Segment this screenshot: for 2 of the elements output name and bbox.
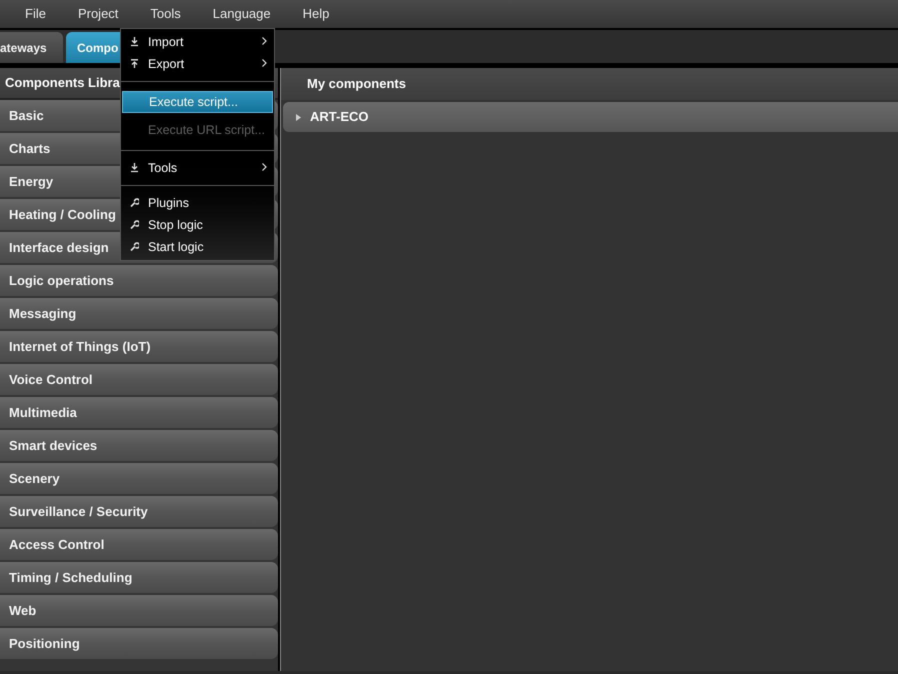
panel-title: My components — [281, 68, 898, 100]
group-label: ART-ECO — [310, 108, 368, 126]
